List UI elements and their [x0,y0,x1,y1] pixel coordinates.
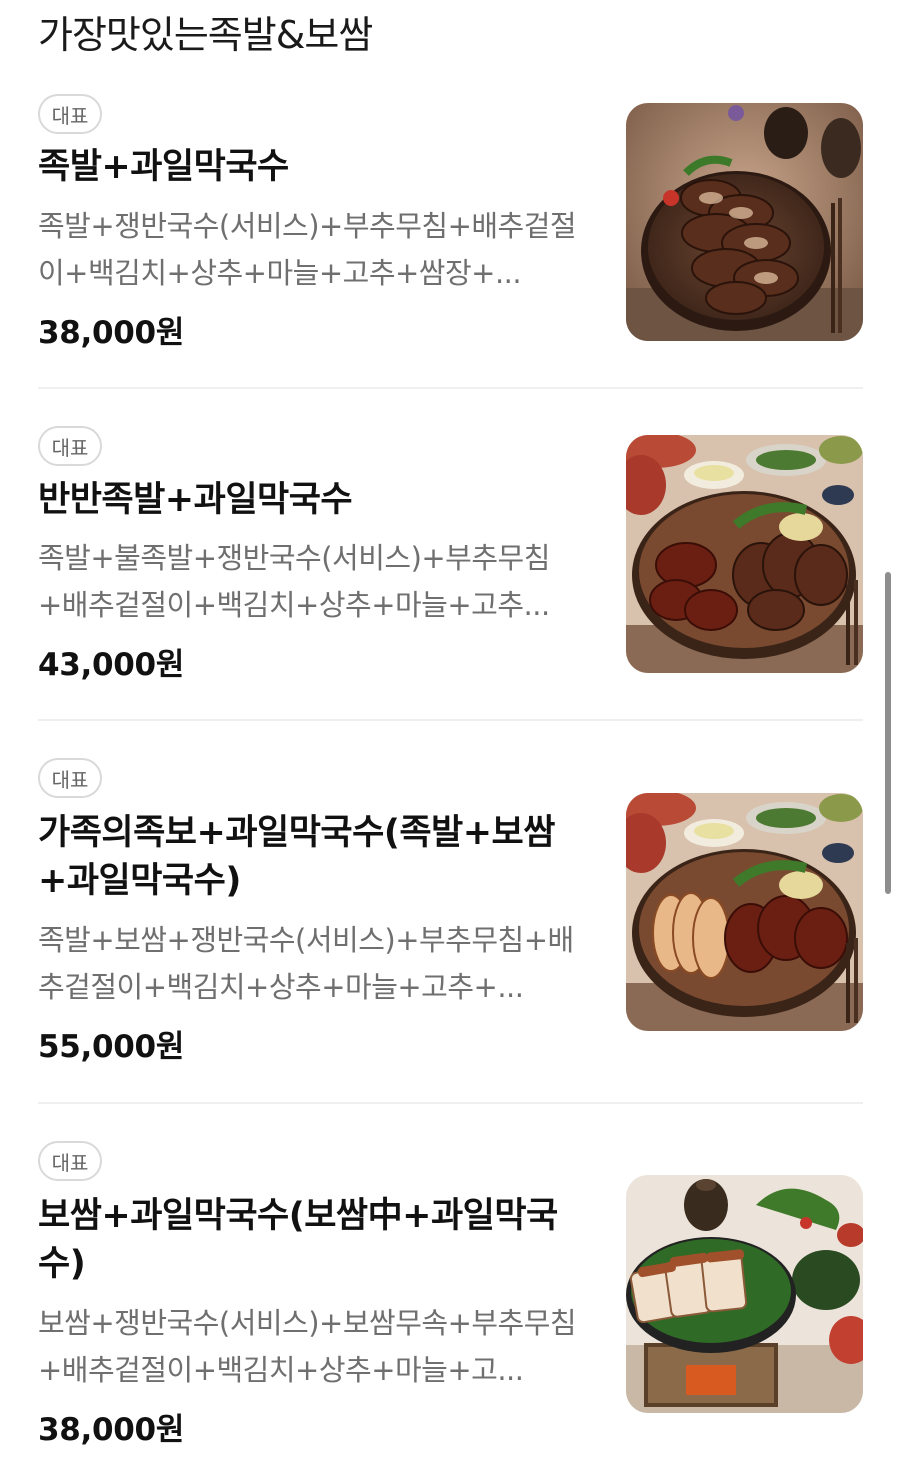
jokbal-bossam-combo-photo[interactable] [626,793,863,1031]
menu-item-description: 족발+보쌈+쟁반국수(서비스)+부추무침+배추겉절이+백김치+상추+마늘+고추+… [38,923,574,1004]
menu-item[interactable]: 대표 족발+과일막국수 족발+쟁반국수(서비스)+부추무침+배추겉절이+백김치+… [0,0,900,390]
divider [38,387,863,389]
menu-item-description: 족발+불족발+쟁반국수(서비스)+부추무침+배추겉절이+백김치+상추+마늘+고추… [38,541,550,622]
menu-item[interactable]: 대표 반반족발+과일막국수 족발+불족발+쟁반국수(서비스)+부추무침+배추겉절… [0,390,900,720]
representative-badge: 대표 [38,426,102,466]
menu-item-price: 55,000원 [38,1029,185,1065]
menu-item-name[interactable]: 가족의족보+과일막국수(족발+보쌈+과일막국수) [38,809,598,905]
menu-item[interactable]: 대표 보쌈+과일막국수(보쌈中+과일막국수) 보쌈+쟁반국수(서비스)+보쌈무속… [0,1105,900,1460]
representative-badge: 대표 [38,758,102,798]
jokbal-platter-photo[interactable] [626,103,863,341]
vertical-scrollbar[interactable] [885,572,891,894]
bossam-platter-photo[interactable] [626,1175,863,1413]
menu-item-name[interactable]: 족발+과일막국수 [38,143,598,191]
menu-item[interactable]: 대표 가족의족보+과일막국수(족발+보쌈+과일막국수) 족발+보쌈+쟁반국수(서… [0,722,900,1102]
menu-item-price: 38,000원 [38,1412,185,1448]
menu-item-name[interactable]: 보쌈+과일막국수(보쌈中+과일막국수) [38,1192,598,1288]
menu-item-price: 43,000원 [38,647,185,683]
divider [38,1102,863,1104]
menu-item-name[interactable]: 반반족발+과일막국수 [38,476,598,524]
half-half-jokbal-photo[interactable] [626,435,863,673]
representative-badge: 대표 [38,94,102,134]
representative-badge: 대표 [38,1141,102,1181]
menu-item-price: 38,000원 [38,315,185,351]
divider [38,719,863,721]
menu-item-description: 족발+쟁반국수(서비스)+부추무침+배추겉절이+백김치+상추+마늘+고추+쌈장+… [38,209,577,290]
menu-item-description: 보쌈+쟁반국수(서비스)+보쌈무속+부추무침+배추겉절이+백김치+상추+마늘+고… [38,1306,577,1387]
